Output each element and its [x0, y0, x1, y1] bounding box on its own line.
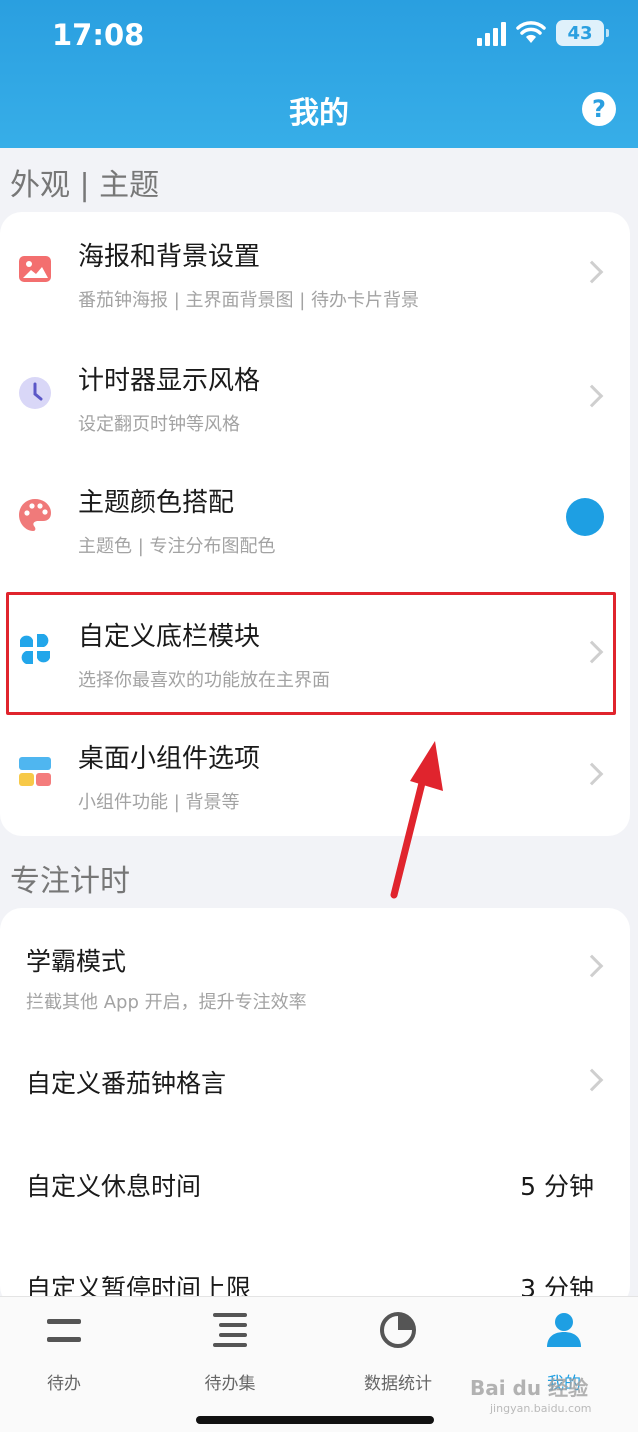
signal-icon: [477, 20, 506, 46]
chevron-right-icon: [580, 954, 604, 978]
chevron-right-icon: [580, 384, 604, 408]
tab-label: 待办集: [204, 1374, 256, 1394]
item-title: 学霸模式: [26, 947, 127, 976]
item-title: 计时器显示风格: [78, 366, 261, 396]
appearance-card: 海报和背景设置 番茄钟海报 | 主界面背景图 | 待办卡片背景 计时器显示风格 …: [0, 212, 630, 836]
question-circle-icon[interactable]: ?: [582, 92, 616, 126]
focus-card: 学霸模式 拦截其他 App 开启，提升专注效率 自定义番茄钟格言 自定义休息时间…: [0, 908, 630, 1308]
tab-label: 数据统计: [364, 1374, 432, 1394]
custom-rest-time-item[interactable]: 自定义休息时间 5 分钟: [0, 1133, 630, 1235]
status-time: 17:08: [52, 18, 145, 52]
page-title: 我的: [289, 96, 349, 131]
item-subtitle: 拦截其他 App 开启，提升专注效率: [26, 992, 307, 1013]
theme-color-item[interactable]: 主题颜色搭配 主题色 | 专注分布图配色: [0, 458, 630, 580]
theme-color-swatch[interactable]: [566, 498, 604, 536]
section-title-appearance: 外观 | 主题: [10, 168, 160, 203]
header: 17:08 43 我的 ?: [0, 0, 638, 148]
chevron-right-icon: [580, 260, 604, 284]
item-title: 海报和背景设置: [78, 242, 261, 272]
tab-label: 待办: [47, 1374, 81, 1394]
home-indicator[interactable]: [196, 1416, 434, 1424]
item-subtitle: 设定翻页时钟等风格: [78, 414, 240, 435]
item-title: 主题颜色搭配: [78, 488, 235, 518]
chevron-right-icon: [580, 1068, 604, 1092]
item-title: 自定义番茄钟格言: [26, 1069, 227, 1098]
pie-chart-icon: [380, 1312, 416, 1348]
chevron-right-icon: [580, 762, 604, 786]
timer-style-item[interactable]: 计时器显示风格 设定翻页时钟等风格: [0, 336, 630, 458]
watermark-url: jingyan.baidu.com: [490, 1402, 592, 1415]
item-title: 自定义休息时间: [26, 1172, 202, 1201]
wifi-icon: [516, 21, 546, 43]
tab-statistics[interactable]: 数据统计: [338, 1309, 458, 1394]
desktop-widget-item[interactable]: 桌面小组件选项 小组件功能 | 背景等: [0, 714, 630, 836]
section-title-focus: 专注计时: [10, 864, 130, 899]
clock-icon: [19, 377, 51, 409]
image-icon: [19, 256, 51, 282]
highlight-box: [6, 592, 616, 715]
palette-icon: [19, 499, 51, 531]
todo-set-icon: [213, 1313, 247, 1347]
status-icons: 43: [477, 20, 609, 46]
study-mode-item[interactable]: 学霸模式 拦截其他 App 开启，提升专注效率: [0, 908, 630, 1013]
item-subtitle: 小组件功能 | 背景等: [78, 792, 240, 813]
tab-todo-set[interactable]: 待办集: [170, 1309, 290, 1394]
person-icon: [547, 1313, 581, 1347]
custom-motto-item[interactable]: 自定义番茄钟格言: [0, 1030, 630, 1132]
item-subtitle: 主题色 | 专注分布图配色: [78, 536, 276, 557]
item-value: 5 分钟: [520, 1172, 594, 1201]
todo-icon: [47, 1319, 81, 1342]
watermark: Bai du 经验: [470, 1376, 589, 1400]
item-title: 桌面小组件选项: [78, 744, 261, 774]
widget-icon: [19, 757, 51, 786]
item-subtitle: 番茄钟海报 | 主界面背景图 | 待办卡片背景: [78, 290, 420, 311]
poster-background-settings-item[interactable]: 海报和背景设置 番茄钟海报 | 主界面背景图 | 待办卡片背景: [0, 212, 630, 334]
tab-todo[interactable]: 待办: [4, 1309, 124, 1394]
annotation-arrow-icon: [390, 741, 443, 899]
battery-icon: 43: [556, 20, 609, 46]
